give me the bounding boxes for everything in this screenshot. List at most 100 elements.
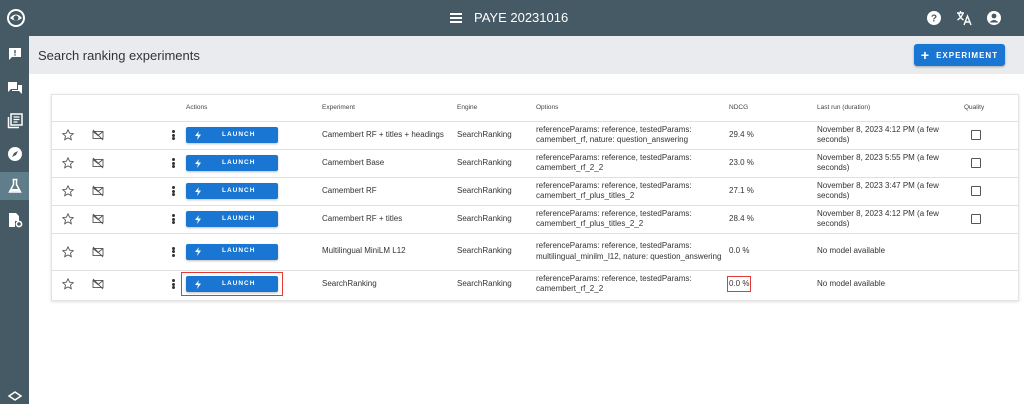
more-vert-icon[interactable] <box>172 246 175 257</box>
experiment-name: Camembert RF + titles + headings <box>322 121 457 150</box>
engine-name: SearchRanking <box>457 149 536 178</box>
visibility-off-icon[interactable] <box>92 129 104 141</box>
more-vert-icon[interactable] <box>172 279 175 290</box>
ndcg-value: 0.0 % <box>729 246 750 256</box>
visibility-off-icon[interactable] <box>92 213 104 225</box>
star-icon[interactable] <box>62 185 74 197</box>
table-row: LAUNCH Multilingual MiniLM L12 SearchRanki… <box>52 233 1018 271</box>
experiment-name: SearchRanking <box>322 279 377 289</box>
launch-button[interactable]: LAUNCH <box>186 155 278 171</box>
table-header-row: Actions Experiment Engine Options NDCG L… <box>52 95 1018 122</box>
engine-name: SearchRanking <box>457 121 536 150</box>
engine-name: SearchRanking <box>457 233 536 271</box>
menu-icon[interactable] <box>450 12 462 23</box>
experiments-table: Actions Experiment Engine Options NDCG L… <box>52 95 1018 298</box>
help-icon[interactable]: ? <box>926 10 942 26</box>
bolt-icon <box>195 158 201 168</box>
star-icon[interactable] <box>62 157 74 169</box>
quality-checkbox[interactable] <box>971 158 981 168</box>
star-icon[interactable] <box>62 129 74 141</box>
options-text: referenceParams: reference, testedParams… <box>536 149 729 178</box>
main-content: Actions Experiment Engine Options NDCG L… <box>29 74 1024 404</box>
launch-button[interactable]: LAUNCH <box>186 243 278 260</box>
bolt-icon <box>195 130 201 140</box>
table-row: LAUNCH SearchRanking SearchRanking referenc… <box>52 270 1018 298</box>
top-app-bar: PAYE 20231016 ? <box>0 0 1024 36</box>
visibility-off-icon[interactable] <box>92 278 104 290</box>
quality-checkbox[interactable] <box>971 186 981 196</box>
launch-label: LAUNCH <box>222 186 256 194</box>
more-vert-icon[interactable] <box>172 186 175 196</box>
launch-button[interactable]: LAUNCH <box>186 127 278 143</box>
page-title: Search ranking experiments <box>38 48 200 63</box>
launch-wrap: LAUNCH <box>186 127 278 143</box>
settings-file-icon <box>8 213 22 228</box>
feedback-icon <box>8 48 21 60</box>
highlight-box: LAUNCH <box>181 272 283 297</box>
sidebar-item-settings[interactable] <box>0 206 29 234</box>
sidebar-item-library[interactable] <box>0 107 29 135</box>
options-text: referenceParams: reference, testedParams… <box>536 121 729 150</box>
launch-button[interactable]: LAUNCH <box>186 276 278 293</box>
quality-checkbox[interactable] <box>971 130 981 140</box>
quality-checkbox[interactable] <box>971 214 981 224</box>
star-icon[interactable] <box>62 213 74 225</box>
launch-button[interactable]: LAUNCH <box>186 211 278 227</box>
star-icon[interactable] <box>62 245 74 258</box>
visibility-off-icon[interactable] <box>92 185 104 197</box>
science-flask-icon <box>7 178 22 193</box>
more-vert-icon[interactable] <box>172 130 175 140</box>
last-run-text: November 8, 2023 5:55 PM (a few seconds) <box>817 149 964 178</box>
bolt-icon <box>195 214 201 224</box>
launch-wrap: LAUNCH <box>186 211 278 227</box>
more-vert-icon[interactable] <box>172 214 175 224</box>
experiment-name: Camembert Base <box>322 149 457 178</box>
translate-icon[interactable] <box>956 10 972 26</box>
ndcg-value: 23.0 % <box>729 157 754 167</box>
add-experiment-button[interactable]: + EXPERIMENT <box>914 44 1005 66</box>
ndcg-value: 29.4 % <box>729 129 754 139</box>
launch-label: LAUNCH <box>222 130 256 138</box>
app-title-area[interactable]: PAYE 20231016 <box>450 10 568 25</box>
sidebar-item-explore[interactable] <box>0 140 29 168</box>
visibility-off-icon[interactable] <box>92 157 104 169</box>
table-row: LAUNCH Camembert RF + titles SearchRanking… <box>52 205 1018 234</box>
sidebar <box>0 36 29 404</box>
star-icon[interactable] <box>62 278 74 290</box>
account-icon[interactable] <box>986 10 1002 26</box>
last-run-text: November 8, 2023 3:47 PM (a few seconds) <box>817 177 964 206</box>
launch-label: LAUNCH <box>222 158 256 166</box>
launch-label: LAUNCH <box>222 214 256 222</box>
launch-button[interactable]: LAUNCH <box>186 183 278 199</box>
page-header: Search ranking experiments + EXPERIMENT <box>29 36 1024 74</box>
column-header-options: Options <box>536 95 729 122</box>
last-run-text: November 8, 2023 4:12 PM (a few seconds) <box>817 121 964 150</box>
engine-name: SearchRanking <box>457 205 536 234</box>
bolt-icon <box>195 247 201 256</box>
column-header-experiment[interactable]: Experiment <box>322 95 457 122</box>
experiments-table-card: Actions Experiment Engine Options NDCG L… <box>51 94 1019 301</box>
sidebar-item-forum[interactable] <box>0 74 29 102</box>
column-header-engine[interactable]: Engine <box>457 95 536 122</box>
app-logo-icon[interactable] <box>6 8 26 28</box>
sidebar-item-bottom[interactable] <box>0 384 29 404</box>
app-title: PAYE 20231016 <box>474 10 569 25</box>
bolt-icon <box>195 186 201 196</box>
column-header-ndcg[interactable]: NDCG <box>729 95 817 122</box>
more-vert-icon[interactable] <box>172 158 175 168</box>
experiment-name: Camembert RF <box>322 177 457 206</box>
launch-wrap: LAUNCH <box>186 243 278 260</box>
last-run-text: No model available <box>817 279 886 289</box>
column-header-last-run[interactable]: Last run (duration) <box>817 95 964 122</box>
launch-wrap: LAUNCH <box>186 155 278 171</box>
launch-label: LAUNCH <box>222 280 256 288</box>
last-run-text: No model available <box>817 233 964 271</box>
forum-icon <box>7 82 22 94</box>
sidebar-item-feedback[interactable] <box>0 40 29 68</box>
options-text: referenceParams: reference, testedParams… <box>536 177 729 206</box>
experiment-name: Multilingual MiniLM L12 <box>322 233 457 271</box>
column-header-quality: Quality <box>964 95 1018 122</box>
visibility-off-icon[interactable] <box>92 246 104 258</box>
last-run-text: November 8, 2023 4:12 PM (a few seconds) <box>817 205 964 234</box>
sidebar-item-experiments[interactable] <box>0 172 29 200</box>
